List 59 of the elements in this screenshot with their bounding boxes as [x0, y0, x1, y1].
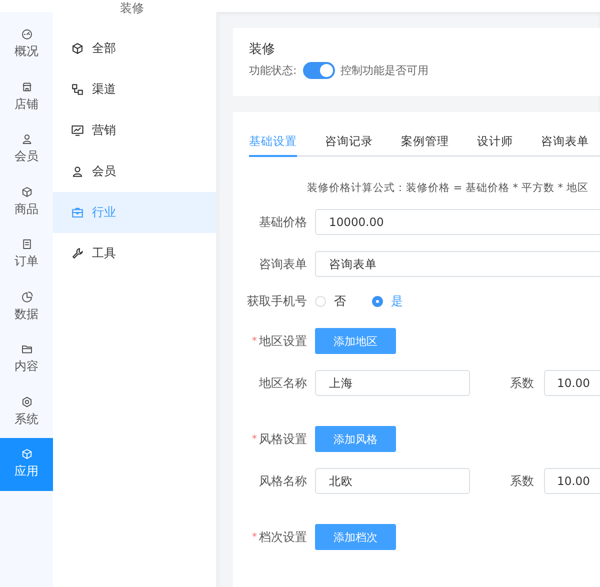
user-icon	[20, 133, 32, 146]
settings-icon	[20, 396, 32, 408]
page-title: 装修	[120, 2, 144, 15]
folder-icon	[20, 343, 32, 356]
nodes-icon	[71, 83, 84, 96]
field-label: 系数	[510, 374, 534, 392]
field-label: 地区设置	[259, 332, 307, 350]
menu-item[interactable]: 全部	[53, 28, 216, 69]
nav-item[interactable]: 店铺	[0, 70, 53, 123]
required-mark: *	[252, 336, 257, 346]
input-field[interactable]: 咨询表单	[315, 251, 600, 277]
input-field[interactable]: 10.00	[544, 370, 600, 396]
clipboard-icon	[20, 238, 32, 250]
required-mark: *	[252, 434, 257, 444]
input-field[interactable]: 10.00	[544, 468, 600, 494]
tab[interactable]: 案例管理	[401, 134, 449, 157]
tab[interactable]: 咨询记录	[325, 134, 373, 157]
nav-item[interactable]: 会员	[0, 123, 53, 176]
nav-item[interactable]: 系统	[0, 386, 53, 438]
field-label: 系数	[510, 472, 534, 490]
status-hint: 控制功能是否可用	[340, 63, 429, 78]
tab[interactable]: 咨询表单	[541, 134, 589, 157]
user-icon	[71, 165, 84, 178]
cube-icon	[20, 186, 32, 198]
menu-item[interactable]: 会员	[53, 151, 216, 192]
input-field[interactable]: 北欧	[315, 468, 470, 494]
radio-button[interactable]	[372, 296, 383, 307]
nav-item[interactable]: 数据	[0, 280, 53, 333]
cube-icon	[71, 42, 84, 55]
briefcase-icon	[71, 206, 84, 219]
required-mark: *	[252, 532, 257, 542]
menu-item[interactable]: 营销	[53, 110, 216, 151]
nav-item[interactable]: 商品	[0, 176, 53, 228]
gauge-icon	[20, 28, 32, 40]
toggle-switch[interactable]	[302, 62, 335, 79]
tab[interactable]: 设计师	[477, 134, 513, 157]
cube-icon	[20, 448, 32, 460]
nav-item[interactable]: 概况	[0, 18, 53, 70]
input-field[interactable]: 上海	[315, 370, 470, 396]
formula-text: 装修价格计算公式：装修价格 = 基础价格 * 平方数 * 地区	[307, 181, 590, 195]
field-label: 获取手机号	[247, 293, 307, 310]
field-label: 风格名称	[259, 472, 307, 490]
menu-item[interactable]: 工具	[53, 233, 216, 274]
input-field[interactable]: 10000.00	[315, 209, 600, 235]
field-label: 咨询表单	[259, 256, 307, 272]
status-label: 功能状态:	[249, 63, 297, 78]
field-label: 档次设置	[259, 528, 307, 546]
pie-chart-icon	[20, 290, 32, 303]
wrench-icon	[71, 247, 84, 260]
field-label: 基础价格	[259, 214, 307, 230]
menu-item[interactable]: 渠道	[53, 69, 216, 110]
nav-item[interactable]: 订单	[0, 228, 53, 280]
nav-item[interactable]: 内容	[0, 333, 53, 386]
radio-label[interactable]: 否	[334, 293, 346, 310]
feature-title: 装修	[249, 41, 276, 58]
store-icon	[20, 80, 32, 93]
monitor-chart-icon	[71, 124, 84, 137]
field-label: 地区名称	[259, 374, 307, 392]
field-label: 风格设置	[259, 430, 307, 448]
